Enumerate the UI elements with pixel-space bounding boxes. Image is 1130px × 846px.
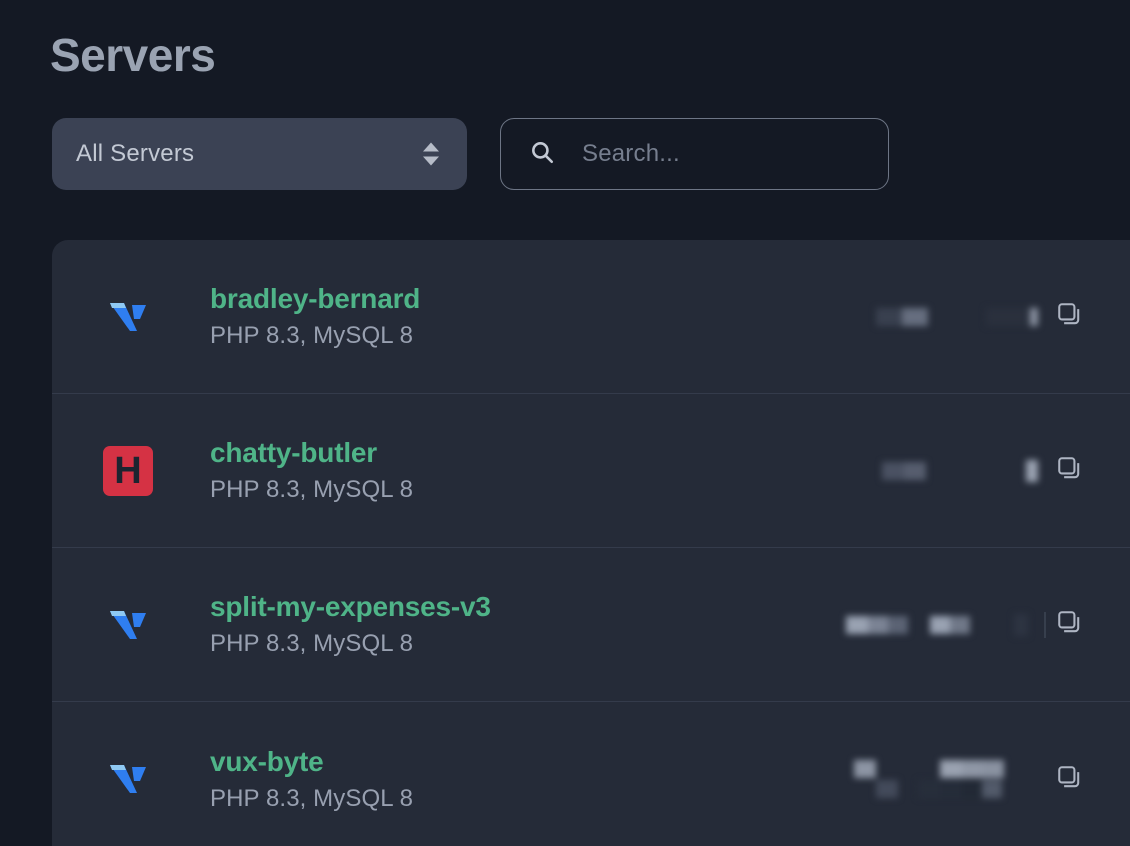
redacted-value xyxy=(1026,459,1038,482)
server-filter-select[interactable]: All Servers xyxy=(52,118,467,190)
server-row[interactable]: vux-byte PHP 8.3, MySQL 8 xyxy=(52,702,1130,846)
server-info: chatty-butler PHP 8.3, MySQL 8 xyxy=(210,436,413,505)
servers-page: Servers All Servers Search... bradley-be… xyxy=(0,0,1130,846)
server-info: split-my-expenses-v3 PHP 8.3, MySQL 8 xyxy=(210,590,491,659)
redacted-value xyxy=(882,461,926,480)
copy-icon[interactable] xyxy=(1056,764,1082,795)
server-row[interactable]: split-my-expenses-v3 PHP 8.3, MySQL 8 xyxy=(52,548,1130,702)
server-name[interactable]: chatty-butler xyxy=(210,436,413,470)
vultr-logo-icon xyxy=(100,759,156,799)
search-icon xyxy=(529,139,555,170)
server-list: bradley-bernard PHP 8.3, MySQL 8 H chatt… xyxy=(52,240,1130,846)
server-name[interactable]: vux-byte xyxy=(210,745,413,779)
redacted-value xyxy=(986,307,1038,326)
server-row[interactable]: H chatty-butler PHP 8.3, MySQL 8 xyxy=(52,394,1130,548)
hetzner-logo-icon: H xyxy=(100,445,156,496)
redacted-value xyxy=(918,760,1004,798)
server-info: vux-byte PHP 8.3, MySQL 8 xyxy=(210,745,413,814)
server-stack: PHP 8.3, MySQL 8 xyxy=(210,630,414,657)
search-box[interactable] xyxy=(500,118,908,190)
vultr-logo-icon xyxy=(100,297,156,337)
server-stack: PHP 8.3, MySQL 8 xyxy=(210,476,414,503)
redacted-value xyxy=(930,615,970,634)
server-row-meta xyxy=(882,394,1082,547)
page-title: Servers xyxy=(50,29,216,81)
redacted-value xyxy=(854,760,898,798)
search-input[interactable] xyxy=(555,140,908,168)
meta-divider xyxy=(1044,611,1046,638)
server-stack: PHP 8.3, MySQL 8 xyxy=(210,784,414,812)
server-row-meta xyxy=(854,702,1082,846)
vultr-logo-icon xyxy=(100,605,156,645)
server-row[interactable]: bradley-bernard PHP 8.3, MySQL 8 xyxy=(52,240,1130,394)
server-row-meta xyxy=(846,548,1082,701)
server-stack: PHP 8.3, MySQL 8 xyxy=(210,322,414,349)
server-name[interactable]: split-my-expenses-v3 xyxy=(210,590,491,624)
filters-toolbar: All Servers xyxy=(52,118,908,190)
chevron-up-down-icon xyxy=(423,142,439,166)
copy-icon[interactable] xyxy=(1056,455,1082,486)
redacted-value xyxy=(846,615,908,634)
redacted-value xyxy=(1014,613,1028,636)
copy-icon[interactable] xyxy=(1056,301,1082,332)
server-filter-selected-value: All Servers xyxy=(76,140,195,167)
redacted-value xyxy=(876,307,928,326)
server-info: bradley-bernard PHP 8.3, MySQL 8 xyxy=(210,282,420,351)
server-name[interactable]: bradley-bernard xyxy=(210,282,420,316)
copy-icon[interactable] xyxy=(1056,609,1082,640)
server-row-meta xyxy=(876,240,1082,393)
